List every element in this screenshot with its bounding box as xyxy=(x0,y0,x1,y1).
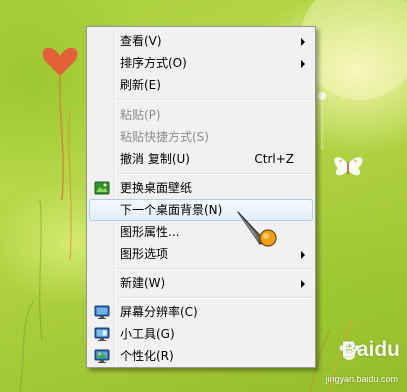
menu-item-new[interactable]: 新建(W) xyxy=(89,272,313,294)
watermark-site: jingyan.baidu.com xyxy=(325,374,398,384)
menu-item-undo-copy-label: 撤消 复制(U) xyxy=(120,152,190,166)
menu-item-undo-copy[interactable]: 撤消 复制(U) Ctrl+Z xyxy=(89,148,313,170)
personalize-icon xyxy=(94,349,110,363)
menu-item-sort-by[interactable]: 排序方式(O) xyxy=(89,52,313,74)
menu-separator xyxy=(117,268,312,270)
menu-item-change-wallpaper[interactable]: 更换桌面壁纸 xyxy=(89,177,313,199)
submenu-arrow-icon xyxy=(301,60,305,68)
menu-item-personalize[interactable]: 个性化(R) xyxy=(89,345,313,367)
butterfly-decoration xyxy=(334,156,363,176)
menu-separator xyxy=(117,173,312,175)
monitor-icon xyxy=(94,305,110,319)
menu-item-paste: 粘贴(P) xyxy=(89,104,313,126)
menu-item-next-background-label: 下一个桌面背景(N) xyxy=(120,203,223,217)
pointer-cursor-icon xyxy=(237,211,277,247)
submenu-arrow-icon xyxy=(301,280,305,288)
menu-item-view-label: 查看(V) xyxy=(120,34,162,48)
menu-item-refresh-label: 刷新(E) xyxy=(120,78,161,92)
menu-item-graphics-options-label: 图形选项 xyxy=(120,247,169,261)
menu-item-graphics-properties-label: 图形属性... xyxy=(120,225,180,239)
desktop-context-menu: 查看(V) 排序方式(O) 刷新(E) 粘贴(P) 粘贴快捷方式(S) 撤消 复… xyxy=(86,26,316,368)
menu-item-personalize-label: 个性化(R) xyxy=(120,349,174,363)
baidu-watermark: Baidu jingyan.baidu.com xyxy=(300,336,404,388)
menu-item-change-wallpaper-label: 更换桌面壁纸 xyxy=(120,181,193,195)
menu-item-gadgets[interactable]: 小工具(G) xyxy=(89,323,313,345)
menu-item-refresh[interactable]: 刷新(E) xyxy=(89,74,313,96)
menu-item-undo-copy-shortcut: Ctrl+Z xyxy=(254,152,294,166)
menu-item-screen-resolution[interactable]: 屏幕分辨率(C) xyxy=(89,301,313,323)
menu-separator xyxy=(117,297,312,299)
menu-separator xyxy=(117,99,312,101)
menu-item-new-label: 新建(W) xyxy=(120,276,166,290)
watermark-brand: Baidu xyxy=(341,338,400,361)
menu-item-view[interactable]: 查看(V) xyxy=(89,30,313,52)
menu-item-sort-by-label: 排序方式(O) xyxy=(120,56,187,70)
menu-item-gadgets-label: 小工具(G) xyxy=(120,327,175,341)
wallpaper-icon xyxy=(94,181,110,195)
submenu-arrow-icon xyxy=(301,251,305,259)
menu-item-paste-shortcut: 粘贴快捷方式(S) xyxy=(89,126,313,148)
submenu-arrow-icon xyxy=(301,38,305,46)
menu-item-screen-resolution-label: 屏幕分辨率(C) xyxy=(120,305,198,319)
heart-balloon-decoration xyxy=(42,47,78,201)
menu-item-paste-label: 粘贴(P) xyxy=(120,108,161,122)
gadgets-icon xyxy=(94,327,110,341)
menu-item-paste-shortcut-label: 粘贴快捷方式(S) xyxy=(120,130,209,144)
